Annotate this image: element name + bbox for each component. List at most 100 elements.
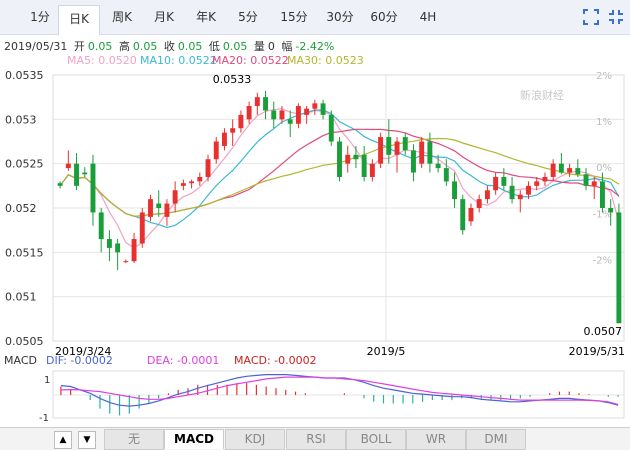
candle-body	[312, 103, 318, 109]
macd-y-tick: 1	[44, 375, 50, 386]
candle-body	[517, 194, 523, 200]
candle-body	[295, 106, 301, 124]
dea-label: DEA: -0.0001	[147, 354, 219, 367]
candle-body	[361, 154, 367, 177]
tab-indicator-1[interactable]: MACD	[164, 429, 224, 449]
indicator-tabs: ▲ ▼ 无 MACD KDJ RSI BOLL WR DMI	[0, 427, 630, 450]
candle-body	[254, 97, 260, 107]
candle-body	[410, 150, 416, 173]
candle-body	[534, 181, 540, 186]
tab-indicator-3[interactable]: RSI	[286, 429, 346, 450]
candle-body	[189, 181, 195, 184]
candle-body	[131, 239, 137, 262]
candle-body	[378, 137, 384, 164]
candle-body	[567, 168, 573, 173]
candle-body	[608, 208, 614, 213]
scroll-down-arrow-icon[interactable]: ▼	[78, 431, 96, 449]
candle-body	[148, 199, 153, 217]
candle-body	[156, 203, 162, 208]
candle-body	[452, 181, 458, 200]
candle-body	[106, 239, 112, 248]
candle-body	[460, 199, 466, 231]
candle-body	[271, 110, 277, 120]
candle-body	[345, 154, 351, 164]
candle-body	[320, 103, 326, 115]
candle-body	[484, 190, 490, 200]
candle-body	[616, 212, 622, 324]
candle-body	[90, 163, 96, 213]
tab-indicator-4[interactable]: BOLL	[346, 429, 406, 450]
candle-body	[197, 176, 203, 182]
candle-body	[287, 119, 293, 124]
candle-body	[501, 176, 507, 186]
candle-body	[139, 212, 145, 244]
candle-body	[74, 163, 80, 186]
candle-body	[369, 163, 375, 177]
candle-body	[493, 176, 499, 191]
scroll-up-arrow-icon[interactable]: ▲	[54, 431, 72, 449]
candle-body	[558, 163, 564, 173]
candle-body	[402, 137, 408, 151]
dif-label: DIF: -0.0002	[46, 354, 113, 367]
y-tick-label: 0.0525	[5, 158, 44, 171]
pct-tick-label: 0%	[596, 163, 612, 174]
candle-body	[353, 154, 359, 160]
candle-body	[98, 212, 104, 240]
tab-indicator-2[interactable]: KDJ	[225, 429, 285, 450]
candle-body	[443, 168, 449, 182]
tab-indicator-5[interactable]: WR	[406, 429, 466, 450]
candle-body	[575, 168, 581, 175]
candle-body	[476, 199, 482, 208]
x-tick-label: 2019/5	[367, 345, 406, 358]
macd-y-tick: -1	[39, 413, 49, 424]
candle-body	[246, 106, 252, 120]
dea-line	[60, 376, 619, 405]
candle-body	[542, 176, 548, 182]
watermark: 新浪财经	[520, 88, 564, 102]
candle-body	[82, 172, 88, 175]
tab-indicator-0[interactable]: 无	[104, 429, 164, 450]
candle-body	[123, 261, 129, 263]
y-tick-label: 0.052	[5, 202, 37, 215]
candle-body	[435, 163, 441, 169]
candle-body	[205, 159, 211, 177]
candlestick-chart: 0.0535 0.053 0.0525 0.052 0.0515 0.051 0.0505 2…	[4, 69, 625, 424]
macd-value-label: MACD: -0.0002	[234, 354, 317, 367]
candle-body	[328, 114, 334, 142]
macd-title: MACD	[4, 354, 37, 367]
tab-indicator-6[interactable]: DMI	[466, 429, 526, 450]
candle-body	[180, 183, 186, 186]
candle-body	[583, 174, 589, 186]
dif-line	[60, 374, 619, 407]
candle-body	[164, 203, 170, 217]
candle-body	[509, 185, 515, 200]
y-tick-label: 0.0515	[5, 246, 44, 259]
pct-tick-label: 2%	[596, 71, 612, 82]
candle-body	[419, 141, 425, 164]
min-price-label: 0.0507	[584, 325, 623, 338]
pct-tick-label: -2%	[593, 255, 612, 266]
candle-body	[213, 141, 219, 160]
max-price-label: 0.0533	[213, 73, 252, 86]
candle-body	[386, 137, 392, 155]
candle-body	[238, 114, 244, 129]
candle-body	[65, 163, 71, 169]
candle-body	[526, 185, 531, 195]
candle-body	[550, 163, 556, 177]
y-tick-label: 0.0505	[5, 335, 44, 348]
candle-body	[591, 181, 597, 186]
x-tick-label: 2019/5/31	[569, 345, 625, 358]
candle-body	[468, 208, 474, 222]
candle-body	[115, 243, 121, 253]
candle-body	[263, 97, 269, 111]
candle-body	[427, 141, 433, 164]
candle-body	[221, 132, 227, 146]
y-tick-label: 0.053	[5, 113, 37, 126]
candle-body	[279, 110, 285, 120]
candle-body	[599, 181, 605, 208]
candle-body	[57, 183, 63, 186]
y-tick-label: 0.0535	[5, 69, 44, 82]
candle-body	[304, 108, 310, 115]
candle-body	[172, 190, 178, 204]
y-tick-label: 0.051	[5, 291, 37, 304]
